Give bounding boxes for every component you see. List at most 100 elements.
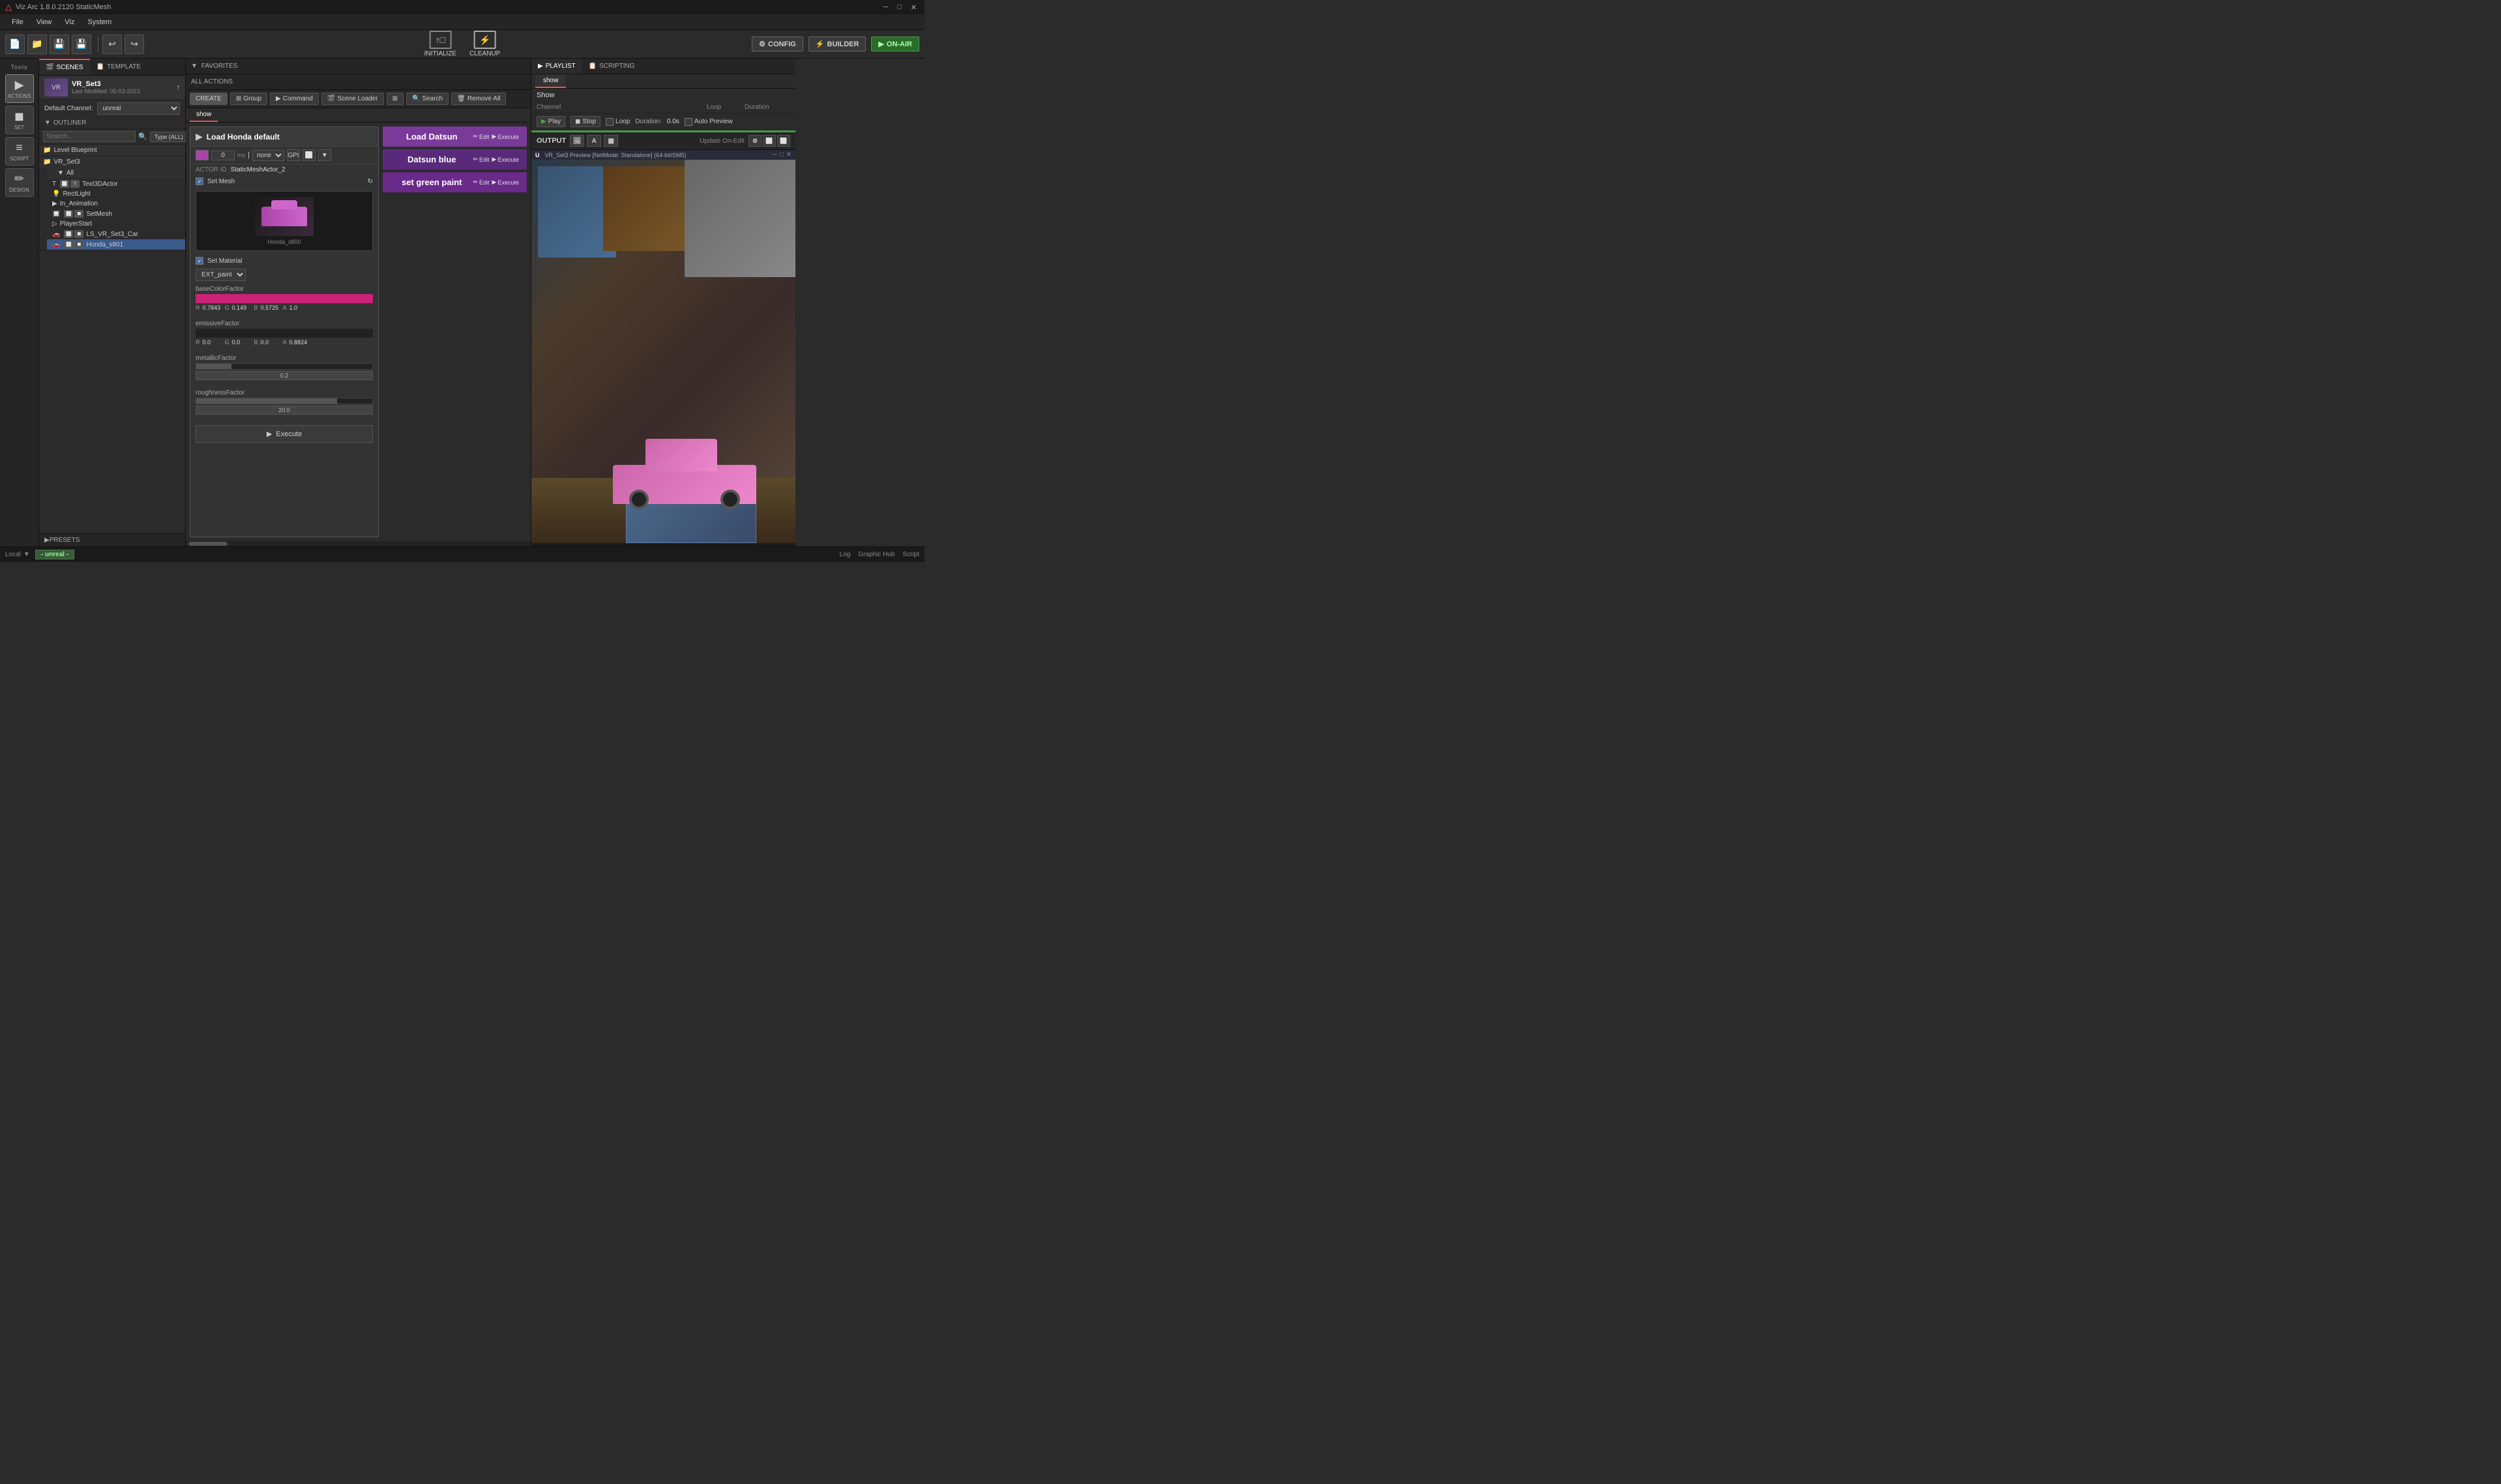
search-btn[interactable]: 🔍 Search (406, 93, 449, 105)
graphic-hub-label[interactable]: Graphic Hub (858, 551, 895, 558)
scenes-tab[interactable]: 🎬 SCENES (39, 59, 90, 75)
outliner-search-input[interactable] (43, 131, 136, 142)
load-datsun-card[interactable]: Load Datsun ✏ Edit ▶ Execute (383, 126, 527, 147)
log-label[interactable]: Log (840, 551, 851, 558)
maximize-btn[interactable]: □ (895, 3, 904, 12)
tree-item-setmesh[interactable]: 🔲 ⬜ 🔲 SetMesh (47, 209, 185, 219)
actions-scroll-thumb[interactable] (188, 542, 228, 546)
color-swatch[interactable] (196, 150, 209, 160)
tool-actions-btn[interactable]: ▶ ACTIONS (5, 74, 34, 103)
material-select[interactable]: EXT_paint (196, 269, 246, 281)
green-paint-execute-btn[interactable]: ▶ Execute (492, 179, 519, 186)
window-controls[interactable]: ─ □ ✕ (880, 3, 919, 12)
green-paint-edit-btn[interactable]: ✏ Edit (473, 179, 489, 186)
datsun-blue-execute-btn[interactable]: ▶ Execute (492, 156, 519, 163)
tree-item-honda[interactable]: 🚗 ⬜ 🔲 Honda_s801 (47, 239, 185, 250)
play-btn[interactable]: ▶ Play (537, 116, 565, 127)
output-alpha-icon[interactable]: A (587, 135, 601, 147)
roughness-slider[interactable] (196, 398, 373, 404)
builder-btn[interactable]: ⚡ BUILDER (808, 37, 866, 52)
create-btn[interactable]: CREATE (190, 93, 228, 105)
close-btn[interactable]: ✕ (908, 3, 919, 12)
initialize-btn[interactable]: ↑□ INITIALIZE (424, 31, 456, 57)
tool-set-btn[interactable]: ◼ SET (5, 106, 34, 134)
edit-label: Edit (479, 134, 490, 140)
datsun-edit-btn[interactable]: ✏ Edit (473, 133, 489, 140)
metallic-slider[interactable] (196, 363, 373, 370)
loop-check[interactable]: Loop (606, 118, 630, 126)
auto-preview-check[interactable]: Auto Preview (685, 118, 733, 126)
tool-design-btn[interactable]: ✏ DESIGN (5, 168, 34, 197)
toolbar-save[interactable]: 💾 (50, 35, 69, 54)
menu-system[interactable]: System (81, 17, 118, 27)
playlist-tab[interactable]: ▶ PLAYLIST (531, 59, 582, 74)
datsun-execute-btn[interactable]: ▶ Execute (492, 133, 519, 140)
script-label[interactable]: Script (902, 551, 919, 558)
menu-view[interactable]: View (30, 17, 59, 27)
view-icon-2[interactable]: ⬜ (777, 135, 790, 147)
onair-btn[interactable]: ▶ ON-AIR (871, 37, 919, 52)
datsun-blue-edit-btn[interactable]: ✏ Edit (473, 156, 489, 163)
template-tab[interactable]: 📋 TEMPLATE (90, 59, 148, 75)
outliner-header[interactable]: ▼ OUTLINER (39, 117, 185, 129)
emissive-color-bar[interactable] (196, 329, 373, 338)
minimize-btn[interactable]: ─ (880, 3, 891, 12)
extra-icon-btn[interactable]: ⬜ (303, 149, 316, 161)
menu-viz[interactable]: Viz (58, 17, 81, 27)
vr-set3-header[interactable]: 📁 VR_Set3 (39, 156, 185, 168)
execute-btn[interactable]: ▶ Execute (196, 425, 373, 443)
tree-item-ls-car[interactable]: 🚗 ⬜ 🔲 LS_VR_Set3_Car (47, 229, 185, 239)
remove-all-btn[interactable]: 🗑 Remove All (451, 93, 506, 105)
all-header[interactable]: ▼ All (47, 168, 185, 179)
toolbar-folder[interactable]: 📁 (27, 35, 47, 54)
scene-item[interactable]: VR VR_Set3 Last Modified: 05-03-2023 ↑ (39, 76, 185, 100)
toolbar-undo[interactable]: ↩ (102, 35, 122, 54)
config-btn[interactable]: ⚙ CONFIG (752, 37, 803, 52)
metallic-fill (196, 364, 231, 369)
auto-preview-checkbox[interactable] (685, 118, 692, 126)
set-mesh-checkbox[interactable]: ✓ (196, 177, 203, 185)
level-blueprint-header[interactable]: 📁 Level Blueprint (39, 145, 185, 156)
presets-header[interactable]: ▶ PRESETS (39, 533, 185, 546)
preview-maximize[interactable]: □ (780, 151, 784, 158)
scripting-tab[interactable]: 📋 SCRIPTING (582, 59, 642, 74)
command-btn[interactable]: ▶ Command (270, 93, 319, 105)
tree-item-rectlight[interactable]: 💡 RectLight (47, 189, 185, 199)
scene-push-icon[interactable]: ↑ (177, 83, 181, 91)
tool-script-btn[interactable]: ≡ SCRIPT (5, 137, 34, 166)
show-tab[interactable]: show (190, 108, 218, 122)
menu-icon-btn[interactable]: ▼ (318, 149, 331, 161)
preview-close[interactable]: ✕ (786, 151, 792, 158)
tree-group-vr-set3: 📁 VR_Set3 ▼ All T ⬜ T (39, 156, 185, 250)
gpi-btn[interactable]: GPI (287, 149, 300, 161)
toolbar-redo[interactable]: ↪ (125, 35, 144, 54)
settings-icon[interactable]: ⚙ (748, 135, 762, 147)
refresh-icon[interactable]: ↻ (368, 178, 373, 185)
preview-minimize[interactable]: ─ (772, 151, 777, 158)
scene-loader-btn[interactable]: 🎬 Scene Loader (321, 93, 384, 105)
view-icon-1[interactable]: ⬜ (763, 135, 776, 147)
tree-item-animation[interactable]: ▶ In_Animation (47, 199, 185, 209)
emissive-label: emissiveFactor (196, 320, 373, 327)
loop-checkbox[interactable] (606, 118, 614, 126)
tree-item-playerstart[interactable]: ▷ PlayerStart (47, 219, 185, 229)
toolbar-new[interactable]: 📄 (5, 35, 25, 54)
channel-select[interactable]: unreal (97, 102, 181, 115)
cleanup-btn[interactable]: ⚡ CLEANUP (469, 31, 500, 57)
set-material-checkbox[interactable]: ✓ (196, 257, 203, 265)
menu-file[interactable]: File (5, 17, 30, 27)
output-grid-icon[interactable]: ▦ (604, 135, 618, 147)
tree-item-text3d[interactable]: T ⬜ T Text3DActor (47, 179, 185, 189)
delay-input[interactable] (211, 151, 235, 160)
toolbar-saveas[interactable]: 💾 (72, 35, 91, 54)
datsun-blue-card[interactable]: Datsun blue ✏ Edit ▶ Execute (383, 149, 527, 170)
extra-btn[interactable]: ⊞ (387, 93, 404, 105)
base-color-bar[interactable] (196, 294, 373, 303)
show-tab-btn[interactable]: show (535, 74, 566, 88)
output-image-icon[interactable]: 🖼 (570, 135, 584, 147)
green-paint-card[interactable]: set green paint ✏ Edit ▶ Execute (383, 172, 527, 192)
combo-select[interactable]: none (252, 150, 284, 161)
group-btn[interactable]: ⊞ Group (230, 93, 267, 105)
stop-btn[interactable]: ◼ Stop (570, 116, 600, 127)
actions-scrollbar[interactable] (186, 541, 531, 546)
